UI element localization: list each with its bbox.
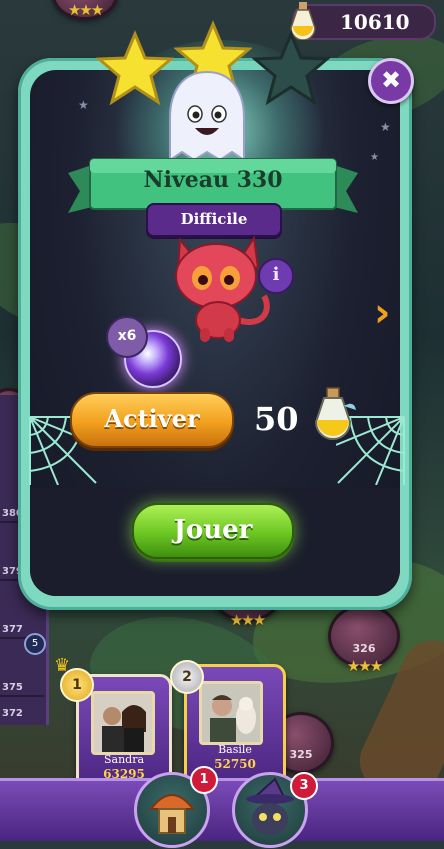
sparkle-icon: ★ — [370, 152, 379, 163]
crown-icon: ♛ — [54, 655, 71, 676]
booster-price: 50 — [254, 400, 299, 438]
score-value: 10610 — [340, 10, 410, 34]
notification-badge: 1 — [190, 766, 218, 794]
notification-badge: 3 — [290, 772, 318, 800]
notification-count: 1 — [199, 772, 209, 787]
close-icon: ✖ — [380, 66, 402, 94]
potion-icon — [314, 387, 356, 440]
friend-name: Sandra — [103, 753, 145, 766]
level-number: 326 — [352, 642, 376, 655]
close-button[interactable]: ✖ — [368, 58, 414, 104]
silver-medal-icon: 2 — [170, 660, 204, 694]
friend-avatar — [91, 691, 155, 755]
difficulty-label: Difficile — [180, 210, 248, 228]
level-stars: ★★★ — [67, 1, 104, 19]
level-stars: ★★★ — [229, 611, 266, 629]
play-label: Jouer — [173, 515, 253, 545]
rank-badge: 5 — [24, 633, 46, 655]
activate-booster-button[interactable]: Activer — [70, 392, 234, 448]
list-level-number: 377 — [2, 624, 23, 635]
friend-name: Basile — [218, 743, 252, 756]
activate-label: Activer — [104, 404, 200, 433]
list-item[interactable]: 375 5 — [0, 633, 46, 697]
next-arrow-icon[interactable]: › — [374, 290, 390, 336]
list-item[interactable]: 372 — [0, 691, 44, 721]
star-empty-icon — [252, 30, 330, 106]
play-button[interactable]: Jouer — [132, 503, 294, 559]
level-title: Niveau 330 — [143, 167, 283, 193]
ghost-character-icon — [169, 70, 245, 162]
booster-info-button[interactable]: i — [258, 258, 294, 294]
map-level-node[interactable]: 326 ★★★ — [328, 604, 400, 675]
booster-multiplier-badge: x6 — [106, 316, 148, 358]
level-stars: ★★★ — [346, 657, 383, 675]
sparkle-icon: ★ — [78, 98, 89, 112]
red-cat-character-icon — [175, 235, 270, 342]
friend-avatar — [199, 681, 263, 745]
friend-rank: 2 — [182, 669, 192, 685]
bottom-navigation-bar — [0, 778, 444, 841]
friend-rank: 1 — [72, 677, 82, 693]
notification-count: 3 — [299, 778, 309, 793]
map-level-node-partial[interactable]: ★★★ — [52, 0, 118, 20]
list-level-number: 372 — [2, 708, 23, 719]
booster-multiplier: x6 — [117, 328, 137, 344]
info-icon: i — [272, 264, 280, 285]
sparkle-icon: ★ — [380, 120, 391, 134]
